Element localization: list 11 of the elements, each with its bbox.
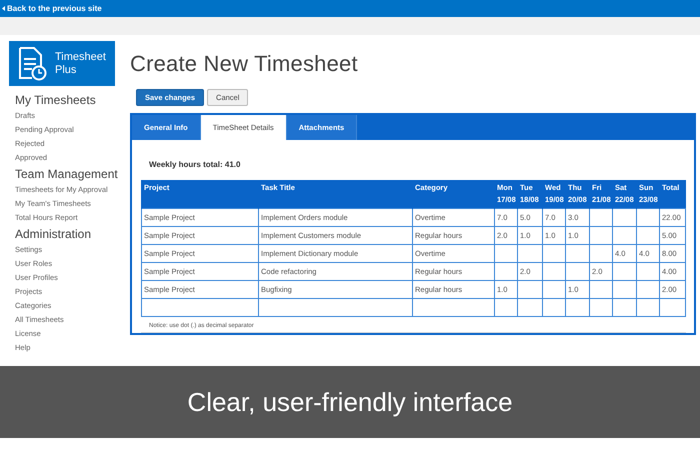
weekly-hours-total: Weekly hours total: 41.0 [148,159,242,171]
logo-text: Timesheet Plus [55,50,107,76]
back-link[interactable]: Back to the previous site [2,4,102,13]
arrow-left-icon [2,6,5,11]
document-clock-icon [17,46,47,80]
nav-heading: My Timesheets [15,93,96,108]
nav-heading: Administration [15,227,92,242]
nav-heading: Team Management [15,167,118,182]
page-title: Create New Timesheet [130,51,359,78]
caption-text: Clear, user-friendly interface [187,386,513,418]
logo-tile[interactable]: Timesheet Plus [9,41,115,86]
